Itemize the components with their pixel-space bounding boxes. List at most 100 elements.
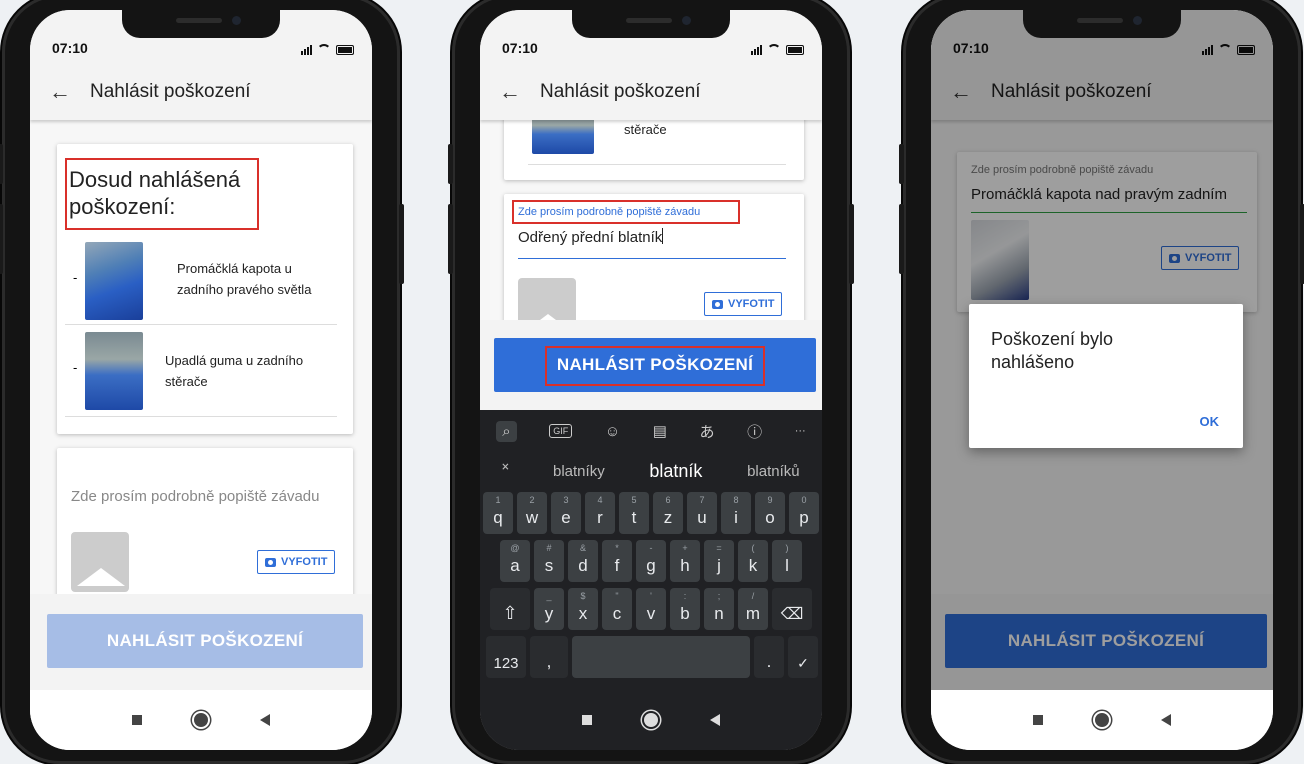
recents-icon[interactable] <box>132 715 142 725</box>
key-l[interactable]: ) l <box>772 540 802 582</box>
key-hint: 0 <box>801 495 807 505</box>
key-label: g <box>646 556 656 575</box>
suggestion-item[interactable]: blatníků <box>747 463 800 480</box>
key-t[interactable]: 5t <box>619 492 649 534</box>
key-hint: @ <box>510 543 520 553</box>
key-p[interactable]: 0p <box>789 492 819 534</box>
key-q[interactable]: 1q <box>483 492 513 534</box>
key-label: u <box>697 508 707 527</box>
back-arrow-icon[interactable]: ← <box>30 79 90 105</box>
key-e[interactable]: 3e <box>551 492 581 534</box>
damage-photo-thumbnail <box>532 120 594 154</box>
key-a[interactable]: @ a <box>500 540 530 582</box>
take-photo-button[interactable]: VYFOTIT <box>704 292 783 316</box>
back-arrow-icon[interactable]: ← <box>480 79 540 105</box>
back-icon[interactable] <box>1161 714 1171 726</box>
home-icon[interactable] <box>1095 713 1109 727</box>
key-m[interactable]: / m <box>738 588 768 630</box>
key-k[interactable]: (k <box>738 540 768 582</box>
key-hint: ( <box>751 543 755 553</box>
more-icon[interactable]: ··· <box>795 425 806 437</box>
key-hint: = <box>716 543 722 553</box>
dialog-ok-button[interactable]: OK <box>1200 414 1220 429</box>
description-field[interactable]: Odřený přední blatník <box>518 228 790 256</box>
damage-description: Promáčklá kapota u zadního pravého světl… <box>177 261 312 297</box>
dialog-message: Poškození bylo nahlášeno <box>991 329 1114 372</box>
key-s[interactable]: # s <box>534 540 564 582</box>
reported-damages-card: Dosud nahlášená poškození: - Promáčklá k… <box>57 144 353 434</box>
key-z[interactable]: 6z <box>653 492 683 534</box>
shift-key[interactable]: ⇧ <box>490 588 530 630</box>
key-label: y <box>544 604 554 623</box>
key-label: m <box>745 604 761 623</box>
damage-photo-thumbnail <box>85 242 143 320</box>
key-label: w <box>525 508 539 527</box>
key-i[interactable]: 8i <box>721 492 751 534</box>
keyboard-row-4: 123 , . ✓ <box>480 636 822 678</box>
key-hint: 9 <box>767 495 773 505</box>
phone-1: 07:10 ← Nahlásit poškození Dosud nahláše… <box>0 0 404 764</box>
clipboard-icon[interactable]: ▤ <box>653 422 667 440</box>
list-item[interactable]: - Upadlá guma u zadního stěrače <box>65 324 337 417</box>
key-w[interactable]: 2w <box>517 492 547 534</box>
key-hint: _ <box>546 591 552 601</box>
key-label: z <box>663 508 673 527</box>
key-n[interactable]: ; n <box>704 588 734 630</box>
comma-key[interactable]: , <box>530 636 568 678</box>
key-b[interactable]: :b <box>670 588 700 630</box>
home-icon[interactable] <box>194 713 208 727</box>
back-icon[interactable] <box>710 714 720 726</box>
backspace-key[interactable]: ⌫ <box>772 588 812 630</box>
key-label: d <box>578 556 588 575</box>
key-hint: : <box>683 591 687 601</box>
key-label: o <box>765 508 775 527</box>
key-u[interactable]: 7u <box>687 492 717 534</box>
space-key[interactable] <box>572 636 750 678</box>
key-j[interactable]: = j <box>704 540 734 582</box>
system-nav-bar <box>480 690 822 750</box>
app-bar: ← Nahlásit poškození <box>480 64 822 120</box>
description-field[interactable]: Zde prosím podrobně popiště závadu <box>71 488 320 505</box>
recents-icon[interactable] <box>582 715 592 725</box>
battery-icon <box>336 45 354 55</box>
search-icon[interactable]: ⌕ <box>496 420 517 442</box>
sticker-icon[interactable]: ☺ <box>605 423 620 440</box>
numbers-key[interactable]: 123 <box>486 636 526 678</box>
key-o[interactable]: 9o <box>755 492 785 534</box>
list-item[interactable]: - Promáčklá kapota u zadního pravého svě… <box>65 238 337 325</box>
enter-key[interactable]: ✓ <box>788 636 818 678</box>
wifi-icon <box>317 44 331 58</box>
key-r[interactable]: 4r <box>585 492 615 534</box>
suggestion-item[interactable]: blatníky <box>553 463 605 480</box>
key-h[interactable]: + h <box>670 540 700 582</box>
key-x[interactable]: $ x <box>568 588 598 630</box>
key-hint: 3 <box>563 495 569 505</box>
key-v[interactable]: ' v <box>636 588 666 630</box>
submit-damage-button[interactable]: NAHLÁSIT POŠKOZENÍ <box>47 614 363 668</box>
submit-highlight <box>545 346 765 386</box>
key-y[interactable]: _ y <box>534 588 564 630</box>
take-photo-button[interactable]: VYFOTIT <box>257 550 336 574</box>
key-label: a <box>510 556 520 575</box>
new-damage-card: Zde prosím podrobně popiště závadu Odřen… <box>504 194 804 320</box>
key-label: f <box>614 556 620 575</box>
translate-icon[interactable]: あ <box>700 421 715 442</box>
collapse-icon[interactable]: ˟ <box>502 461 508 482</box>
period-key[interactable]: . <box>754 636 784 678</box>
wifi-icon <box>767 44 781 58</box>
key-g[interactable]: -g <box>636 540 666 582</box>
key-d[interactable]: & d <box>568 540 598 582</box>
key-f[interactable]: * f <box>602 540 632 582</box>
key-hint: 2 <box>529 495 535 505</box>
key-c[interactable]: " c <box>602 588 632 630</box>
notch <box>122 10 280 38</box>
home-icon[interactable] <box>644 713 658 727</box>
key-hint: ; <box>717 591 721 601</box>
suggestion-item[interactable]: blatník <box>649 461 702 482</box>
photo-placeholder-image <box>71 532 129 592</box>
back-icon[interactable] <box>260 714 270 726</box>
gif-icon[interactable]: GIF <box>549 424 573 438</box>
key-hint: 1 <box>495 495 501 505</box>
info-icon[interactable]: ⓘ <box>747 421 762 442</box>
recents-icon[interactable] <box>1033 715 1043 725</box>
